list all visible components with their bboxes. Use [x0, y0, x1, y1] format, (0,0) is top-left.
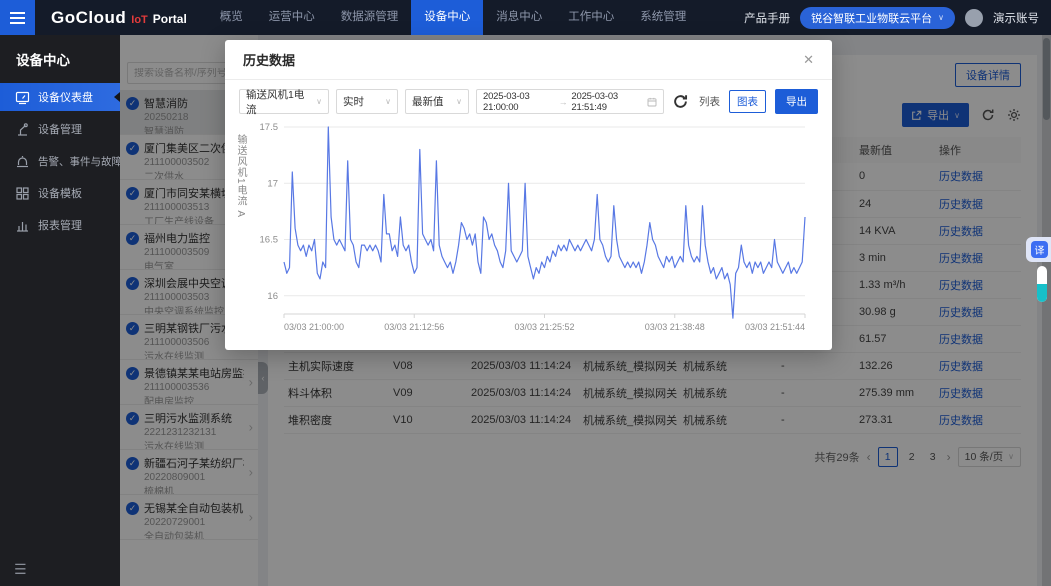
svg-text:03/03 21:12:56: 03/03 21:12:56	[384, 322, 444, 332]
logo-iot: IoT	[131, 14, 148, 26]
chevron-down-icon: ∨	[938, 13, 944, 22]
product-manual-link[interactable]: 产品手册	[744, 10, 790, 26]
sidebar-item-label: 设备仪表盘	[38, 89, 93, 105]
platform-select[interactable]: 锐谷智联工业物联云平台 ∨	[800, 7, 955, 29]
sidebar-item-template[interactable]: 设备模板	[0, 179, 120, 207]
date-end-value: 2025-03-03 21:51:49	[571, 91, 643, 113]
svg-text:17.5: 17.5	[260, 122, 279, 133]
nav-item-message[interactable]: 消息中心	[483, 0, 555, 35]
aggregation-select-value: 最新值	[412, 94, 444, 109]
dashboard-icon	[15, 90, 30, 105]
svg-text:17: 17	[267, 178, 278, 189]
refresh-icon[interactable]	[673, 94, 688, 109]
translate-icon: 译	[1031, 241, 1048, 258]
nav-item-system[interactable]: 系统管理	[627, 0, 699, 35]
svg-text:16: 16	[267, 291, 278, 302]
logo-portal: Portal	[153, 12, 187, 26]
logo-gocloud: GoCloud	[51, 8, 126, 28]
navbar-right: 产品手册 锐谷智联工业物联云平台 ∨ 演示账号	[744, 7, 1051, 29]
template-grid-icon	[15, 186, 30, 201]
close-icon[interactable]: ✕	[803, 52, 814, 68]
date-start-value: 2025-03-03 21:00:00	[483, 91, 555, 113]
mode-select-value: 实时	[343, 94, 364, 109]
logo: GoCloud IoT Portal	[35, 8, 207, 28]
nav-item-datasource[interactable]: 数据源管理	[328, 0, 412, 35]
svg-text:03/03 21:00:00: 03/03 21:00:00	[284, 322, 344, 332]
device-arm-icon	[15, 122, 30, 137]
metric-select-value: 输送风机1电流	[246, 87, 312, 117]
date-range-picker[interactable]: 2025-03-03 21:00:00 → 2025-03-03 21:51:4…	[476, 89, 664, 114]
main-nav: 概览 运营中心 数据源管理 设备中心 消息中心 工作中心 系统管理	[207, 0, 700, 35]
sidebar-item-label: 设备模板	[38, 185, 82, 201]
avatar[interactable]	[965, 9, 983, 27]
modal-export-button[interactable]: 导出	[775, 89, 818, 114]
chart-area: 输送风机1电流 A 16 16.5 17 17.5 03/03 21:00:00 03/0…	[225, 119, 832, 337]
chevron-down-icon: ∨	[316, 97, 322, 106]
view-toggle-chart[interactable]: 图表	[729, 90, 766, 113]
mode-select[interactable]: 实时 ∨	[336, 89, 398, 114]
top-navbar: GoCloud IoT Portal 概览 运营中心 数据源管理 设备中心 消息…	[0, 0, 1051, 35]
nav-item-operation[interactable]: 运营中心	[256, 0, 328, 35]
view-toggle-list[interactable]: 列表	[697, 94, 722, 109]
svg-text:03/03 21:51:44: 03/03 21:51:44	[745, 322, 805, 332]
sidebar-title: 设备中心	[0, 35, 120, 83]
sidebar-item-alarm[interactable]: 告警、事件与故障	[0, 147, 120, 175]
nav-item-work[interactable]: 工作中心	[555, 0, 627, 35]
app-screen: GoCloud IoT Portal 概览 运营中心 数据源管理 设备中心 消息…	[0, 0, 1051, 586]
metric-select[interactable]: 输送风机1电流 ∨	[239, 89, 329, 114]
sidebar-collapse-icon[interactable]: ☰	[14, 561, 27, 578]
sidebar-item-label: 设备管理	[38, 121, 82, 137]
chevron-down-icon: ∨	[385, 97, 391, 106]
platform-select-label: 锐谷智联工业物联云平台	[811, 10, 932, 26]
chart-y-axis-label: 输送风机1电流 A	[233, 134, 248, 324]
svg-text:03/03 21:25:52: 03/03 21:25:52	[514, 322, 574, 332]
menu-icon[interactable]	[0, 0, 35, 35]
side-floating-widget[interactable]	[1037, 266, 1047, 302]
sidebar-item-device-mgmt[interactable]: 设备管理	[0, 115, 120, 143]
svg-text:03/03 21:38:48: 03/03 21:38:48	[645, 322, 705, 332]
modal-title: 历史数据	[243, 50, 295, 69]
chevron-down-icon: ∨	[456, 97, 462, 106]
translate-widget[interactable]: 译	[1026, 237, 1051, 262]
alarm-icon	[15, 154, 30, 169]
sidebar-item-report[interactable]: 报表管理	[0, 211, 120, 239]
account-name: 演示账号	[993, 10, 1039, 26]
arrow-right-icon: →	[559, 97, 568, 107]
svg-text:16.5: 16.5	[260, 235, 279, 246]
nav-item-device-center[interactable]: 设备中心	[411, 0, 483, 35]
aggregation-select[interactable]: 最新值 ∨	[405, 89, 469, 114]
sidebar: 设备中心 设备仪表盘 设备管理 告警、事件与故障 设备模板 报表管理 ☰	[0, 35, 120, 586]
history-line-chart: 16 16.5 17 17.5 03/03 21:00:00 03/03 21:12:56…	[248, 121, 813, 337]
report-chart-icon	[15, 218, 30, 233]
history-data-modal: 历史数据 ✕ 输送风机1电流 ∨ 实时 ∨ 最新值 ∨ 2025-03-03 2…	[225, 40, 832, 350]
calendar-icon	[647, 97, 657, 107]
sidebar-item-label: 告警、事件与故障	[38, 154, 120, 169]
nav-item-overview[interactable]: 概览	[207, 0, 256, 35]
sidebar-item-dashboard[interactable]: 设备仪表盘	[0, 83, 120, 111]
sidebar-item-label: 报表管理	[38, 217, 82, 233]
